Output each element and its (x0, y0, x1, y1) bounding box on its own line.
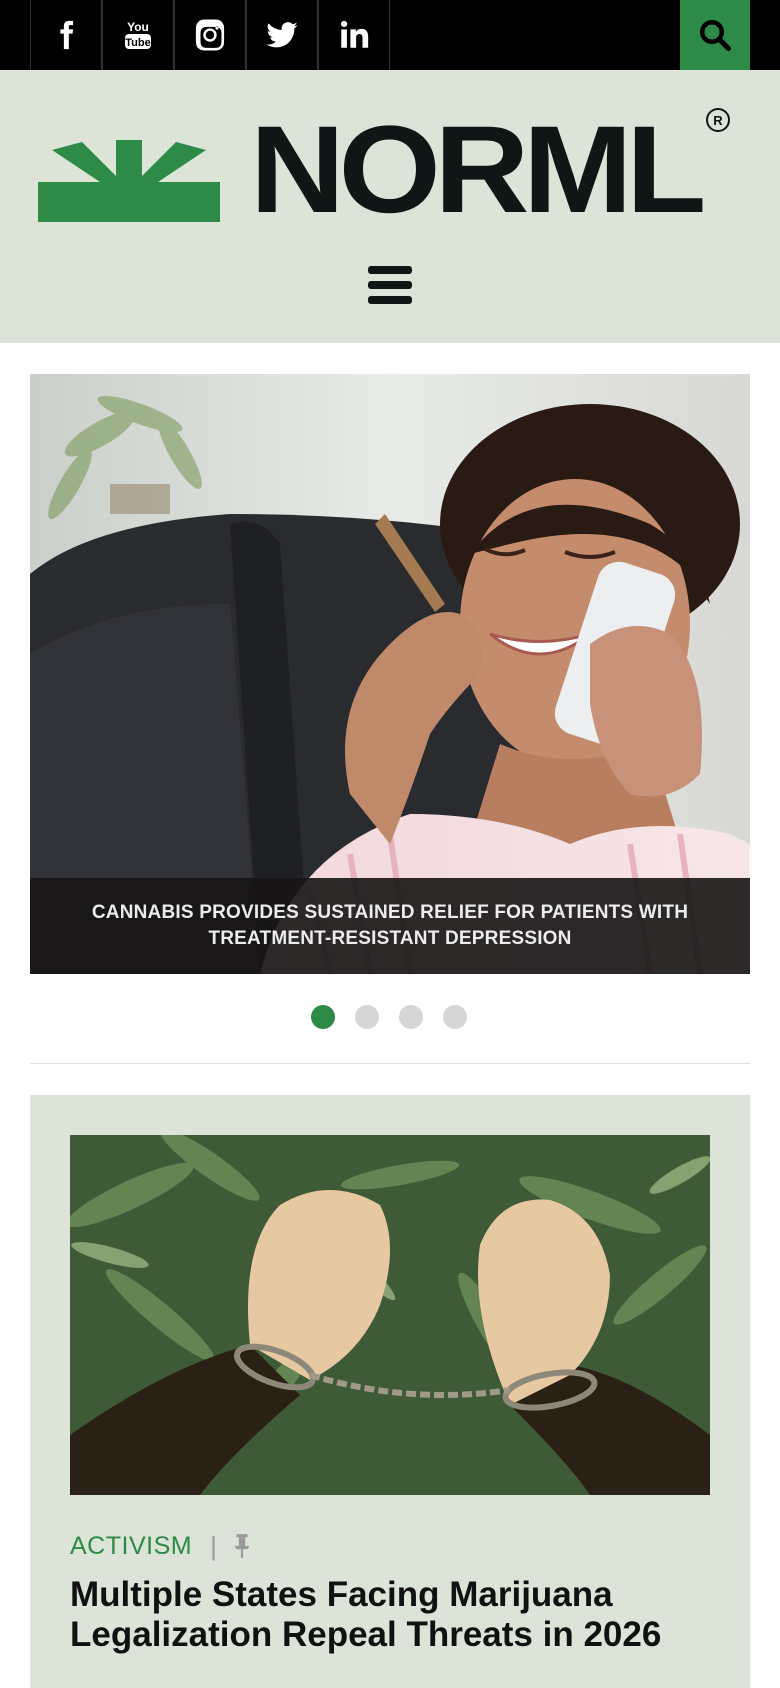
linkedin-icon (340, 20, 369, 48)
search-button[interactable] (680, 0, 750, 70)
hamburger-line (368, 266, 412, 274)
article-title[interactable]: Multiple States Facing Marijuana Legaliz… (70, 1575, 710, 1655)
norml-logo[interactable]: NORML R (38, 101, 742, 239)
slider-dot-2[interactable] (355, 1005, 379, 1029)
twitter-icon (266, 22, 298, 48)
article-image-link[interactable] (70, 1135, 710, 1495)
meta-separator: | (210, 1530, 217, 1561)
leaf-logo-icon (38, 140, 220, 222)
facebook-link[interactable] (30, 0, 102, 70)
instagram-icon (195, 19, 225, 51)
slider-dot-4[interactable] (443, 1005, 467, 1029)
twitter-link[interactable] (246, 0, 318, 70)
facebook-icon (60, 20, 74, 50)
article-photo (70, 1135, 710, 1495)
search-icon (700, 20, 732, 52)
logo-wordmark: NORML (250, 101, 706, 239)
youtube-link[interactable]: You Tube (102, 0, 174, 70)
youtube-icon: You Tube (125, 20, 151, 49)
slider-dot-3[interactable] (399, 1005, 423, 1029)
svg-text:You: You (127, 20, 149, 34)
article-card: ACTIVISM | Multiple States Facing Mariju… (30, 1095, 750, 1688)
hamburger-line (368, 296, 412, 304)
slider-dot-1[interactable] (311, 1005, 335, 1029)
hamburger-line (368, 281, 412, 289)
social-bar: You Tube (0, 0, 780, 70)
menu-button[interactable] (368, 266, 412, 304)
pin-icon (234, 1534, 250, 1558)
site-header: NORML R (0, 70, 780, 343)
registered-mark: R (706, 108, 730, 132)
featured-slide[interactable]: CANNABIS PROVIDES SUSTAINED RELIEF FOR P… (30, 374, 750, 974)
svg-text:Tube: Tube (125, 37, 150, 49)
slide-caption-text: CANNABIS PROVIDES SUSTAINED RELIEF FOR P… (91, 902, 689, 949)
article-meta: ACTIVISM | (70, 1529, 253, 1563)
slide-caption: CANNABIS PROVIDES SUSTAINED RELIEF FOR P… (30, 878, 750, 974)
instagram-link[interactable] (174, 0, 246, 70)
slider-pagination (311, 1005, 467, 1031)
section-divider (30, 1063, 750, 1064)
linkedin-link[interactable] (318, 0, 390, 70)
category-link[interactable]: ACTIVISM (70, 1532, 192, 1561)
